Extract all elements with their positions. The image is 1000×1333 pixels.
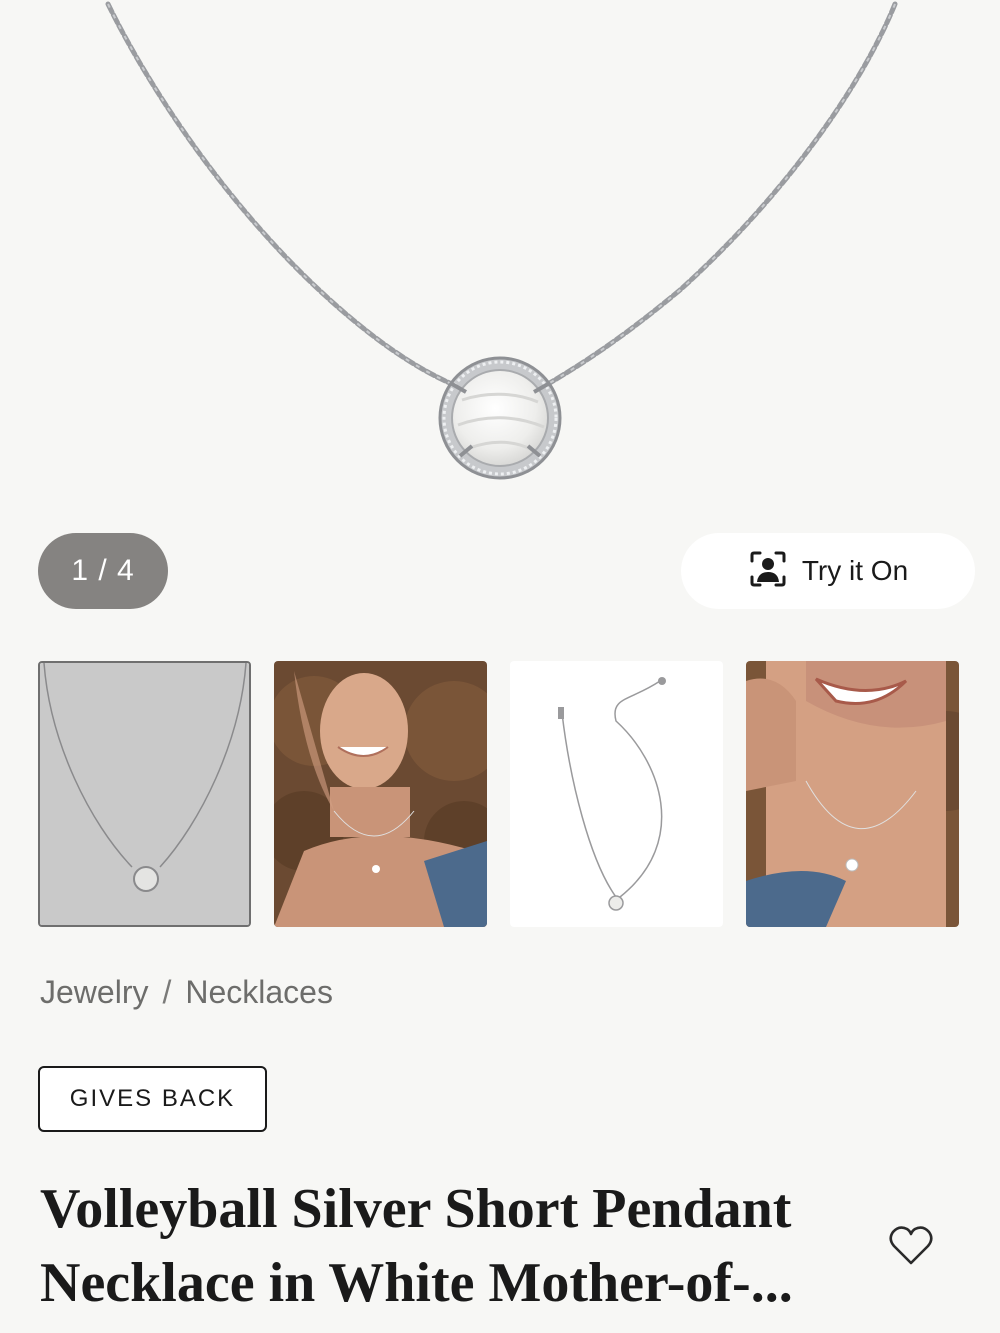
gives-back-badge: GIVES BACK xyxy=(38,1066,267,1132)
try-it-on-button[interactable]: Try it On xyxy=(681,533,975,609)
face-scan-icon xyxy=(748,549,788,594)
thumbnail-4[interactable] xyxy=(746,661,959,927)
try-it-on-label: Try it On xyxy=(801,555,909,586)
product-title: Volleyball Silver Short Pendant Necklace… xyxy=(40,1172,840,1320)
main-product-image[interactable] xyxy=(0,0,1000,520)
breadcrumb: Jewelry / Necklaces xyxy=(40,974,333,1011)
heart-icon xyxy=(886,1226,936,1274)
gives-back-label: GIVES BACK xyxy=(69,1085,236,1112)
breadcrumb-necklaces[interactable]: Necklaces xyxy=(185,974,333,1011)
breadcrumb-separator: / xyxy=(162,974,172,1010)
product-title-line-1: Volleyball Silver Short Pendant xyxy=(40,1178,792,1240)
thumbnail-strip xyxy=(38,661,960,927)
breadcrumb-jewelry[interactable]: Jewelry xyxy=(40,974,148,1011)
image-counter: 1 / 4 xyxy=(38,533,168,609)
thumbnail-2[interactable] xyxy=(274,661,487,927)
thumbnail-1[interactable] xyxy=(38,661,251,927)
image-counter-text: 1 / 4 xyxy=(71,554,135,587)
wishlist-button[interactable] xyxy=(886,1220,936,1270)
product-title-line-2: Necklace in White Mother-of-... xyxy=(40,1252,793,1314)
thumbnail-3[interactable] xyxy=(510,661,723,927)
